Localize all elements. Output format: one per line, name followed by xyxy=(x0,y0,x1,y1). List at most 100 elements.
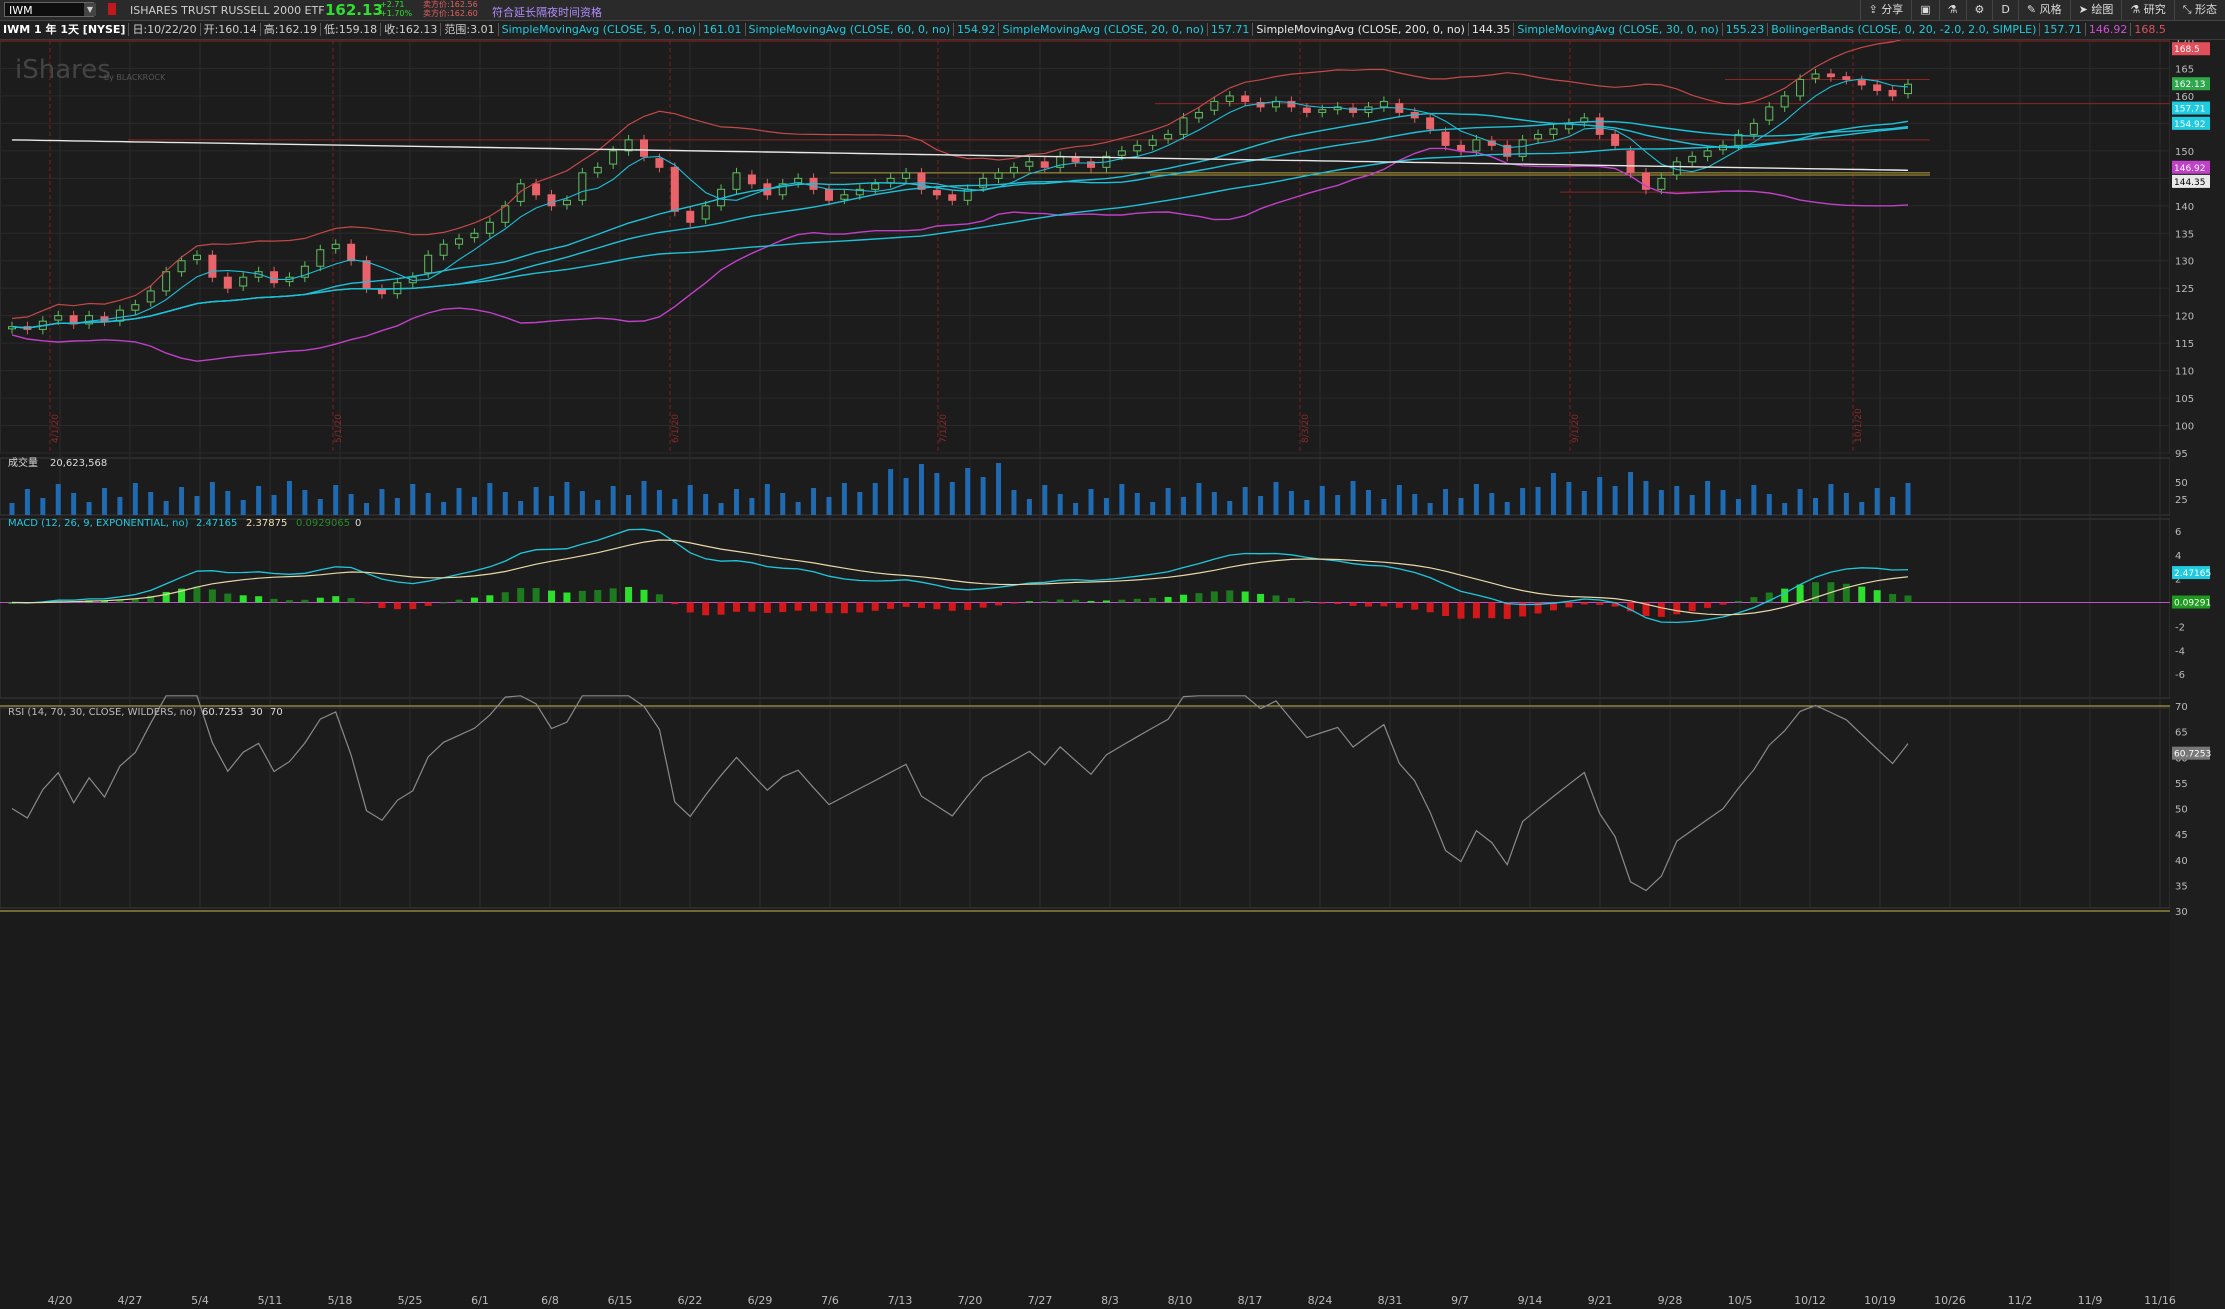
macd-histogram-bar xyxy=(1010,602,1018,604)
layout-button[interactable]: ▣ xyxy=(1911,0,1938,20)
volume-bar xyxy=(934,473,940,515)
macd-histogram-bar xyxy=(1781,588,1789,603)
settings-button[interactable]: ⚙ xyxy=(1965,0,1993,20)
volume-bar xyxy=(1427,503,1433,515)
macd-histogram-bar xyxy=(856,602,864,613)
volume-bar xyxy=(733,489,739,515)
volume-bar xyxy=(302,490,308,515)
study-sma20[interactable]: SimpleMovingAvg (CLOSE, 20, 0, no) xyxy=(998,23,1207,36)
macd-histogram-bar xyxy=(1287,597,1295,603)
x-tick-label: 7/6 xyxy=(821,1294,839,1307)
x-tick-label: 8/31 xyxy=(1378,1294,1403,1307)
volume-bar xyxy=(1258,496,1264,515)
style-button[interactable]: ✎ 风格 xyxy=(2017,0,2070,20)
macd-histogram-bar xyxy=(871,602,879,611)
candle xyxy=(886,177,895,184)
volume-bar xyxy=(1088,489,1094,515)
macd-histogram-bar xyxy=(1596,602,1604,605)
patterns-button[interactable]: ⤡ 形态 xyxy=(2173,0,2225,20)
chevron-down-icon[interactable]: ▼ xyxy=(84,3,96,16)
study-sma30[interactable]: SimpleMovingAvg (CLOSE, 30, 0, no) xyxy=(1513,23,1722,36)
volume-bar xyxy=(1566,482,1572,515)
macd-histogram-bar xyxy=(378,602,386,608)
candle xyxy=(439,243,448,256)
candle xyxy=(686,210,695,223)
study-bollinger[interactable]: BollingerBands (CLOSE, 0, 20, -2.0, 2.0,… xyxy=(1767,23,2040,36)
volume-bar xyxy=(1350,481,1356,515)
volume-bar xyxy=(148,492,154,515)
macd-histogram-bar xyxy=(1102,600,1110,603)
studies-button[interactable]: ⚗ 研究 xyxy=(2121,0,2173,20)
macd-histogram-bar xyxy=(1580,602,1588,605)
volume-bar xyxy=(1643,481,1649,515)
macd-histogram-bar xyxy=(1334,602,1342,605)
macd-histogram-bar xyxy=(732,602,740,612)
volume-bar xyxy=(1227,501,1233,515)
macd-histogram-bar xyxy=(1411,602,1419,610)
volume-bar xyxy=(1443,489,1449,515)
volume-bar xyxy=(379,489,385,515)
study-sma5[interactable]: SimpleMovingAvg (CLOSE, 5, 0, no) xyxy=(497,23,700,36)
volume-bar xyxy=(626,495,632,515)
candle xyxy=(455,238,464,245)
candle xyxy=(1040,161,1049,168)
rsi-lower: 30 xyxy=(250,707,263,718)
macd-diff: 0.0929065 xyxy=(296,518,350,529)
macd-histogram-bar xyxy=(1657,602,1665,617)
candle xyxy=(1765,106,1774,121)
symbol-input[interactable]: IWM xyxy=(4,2,94,17)
price-tick-label: 140 xyxy=(2175,202,2194,213)
macd-histogram-bar xyxy=(208,589,216,603)
flask-button[interactable]: ⚗ xyxy=(1938,0,1966,20)
volume-bar xyxy=(55,484,61,515)
volume-bar xyxy=(240,500,246,515)
rsi-tick-label: 35 xyxy=(2175,881,2188,892)
chart-canvas[interactable]: 4/1/20 5/1/20 6/1/20 7/1/20 8/3/20 9/1/20 10/1… xyxy=(0,40,2225,1309)
period-selector[interactable]: D xyxy=(1992,0,2017,20)
volume-bar xyxy=(502,492,508,515)
macd-histogram-bar xyxy=(224,593,232,603)
macd-histogram-bar xyxy=(424,602,432,606)
study-sma200[interactable]: SimpleMovingAvg (CLOSE, 200, 0, no) xyxy=(1252,23,1468,36)
volume-bar xyxy=(1365,490,1371,515)
macd-histogram-bar xyxy=(1688,602,1696,612)
volume-bar xyxy=(1504,502,1510,515)
volume-bar xyxy=(456,488,462,515)
gear-icon: ⚙ xyxy=(1974,3,1985,16)
candle xyxy=(794,177,803,184)
candle xyxy=(1873,84,1882,91)
macd-histogram-bar xyxy=(563,592,571,603)
volume-bar xyxy=(1134,493,1140,515)
flag-icon[interactable] xyxy=(108,3,116,15)
ask-price: 卖方价:162.60 xyxy=(423,9,478,18)
volume-bar xyxy=(1473,484,1479,515)
extended-hours-notice[interactable]: 符合延长隔夜时间资格 xyxy=(492,4,602,20)
rsi-tick-label: 40 xyxy=(2175,856,2188,867)
candle xyxy=(609,150,618,165)
volume-bar xyxy=(1689,495,1695,515)
macd-tick-label: 6 xyxy=(2175,527,2181,538)
macd-histogram-bar xyxy=(548,590,556,603)
share-icon: ⇪ xyxy=(1868,3,1882,16)
share-button[interactable]: ⇪ 分享 xyxy=(1859,0,1912,20)
x-tick-label: 8/17 xyxy=(1238,1294,1263,1307)
candle xyxy=(824,188,833,201)
macd-zero: 0 xyxy=(355,518,361,529)
macd-histogram-bar xyxy=(948,602,956,611)
candle xyxy=(1133,144,1142,152)
macd-histogram-bar xyxy=(1673,602,1681,615)
volume-bar xyxy=(1119,484,1125,515)
volume-bar xyxy=(179,487,185,515)
macd-histogram-bar xyxy=(1349,602,1357,606)
macd-histogram-bar xyxy=(1812,582,1820,603)
volume-bar xyxy=(286,481,292,515)
macd-histogram-bar xyxy=(1025,601,1033,603)
macd-histogram-bar xyxy=(1704,602,1712,608)
drawing-button[interactable]: ➤ 绘图 xyxy=(2069,0,2122,20)
study-sma60[interactable]: SimpleMovingAvg (CLOSE, 60, 0, no) xyxy=(744,23,953,36)
price-tick-label: 160 xyxy=(2175,92,2194,103)
month-marker-label: 7/1/20 xyxy=(939,414,949,443)
volume-bar xyxy=(1242,487,1248,515)
x-tick-label: 8/24 xyxy=(1308,1294,1333,1307)
macd-histogram-bar xyxy=(702,602,710,616)
